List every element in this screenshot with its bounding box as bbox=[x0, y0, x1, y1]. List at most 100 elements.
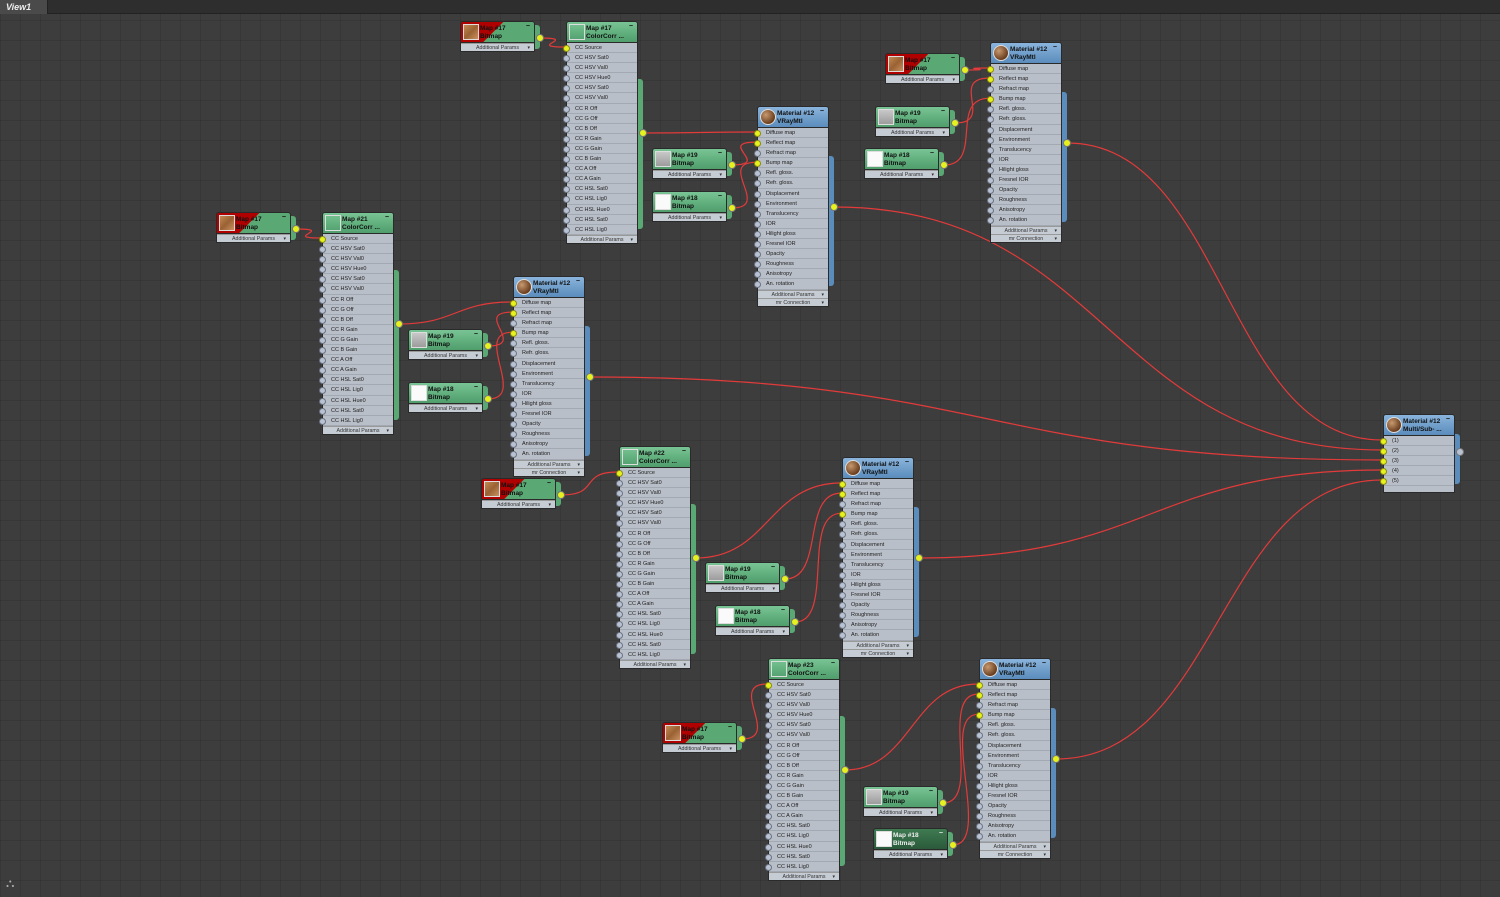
input-port[interactable] bbox=[976, 722, 983, 730]
input-slot[interactable]: CC G Off bbox=[616, 539, 690, 549]
colorcorrect-node[interactable]: Map #21 ColorCorr ... − CC Source CC HSV S… bbox=[319, 212, 403, 435]
input-slot[interactable]: Refract map bbox=[754, 148, 828, 159]
node-header[interactable]: Map #18 Bitmap − bbox=[715, 605, 790, 627]
rollout-footer[interactable]: Additional Params bbox=[716, 627, 789, 636]
input-slot[interactable]: CC HSL Sat0 bbox=[616, 609, 690, 620]
input-slot[interactable]: CC R Gain bbox=[319, 325, 393, 335]
input-slot[interactable]: CC HSL Sat0 bbox=[563, 184, 637, 195]
input-slot[interactable]: Diffuse map bbox=[839, 479, 913, 490]
input-slot[interactable]: CC B Off bbox=[563, 124, 637, 134]
input-port[interactable] bbox=[987, 166, 994, 174]
node-header[interactable]: Map #19 Bitmap − bbox=[875, 106, 950, 128]
rollout-footer[interactable]: Additional Params bbox=[461, 43, 534, 52]
input-slot[interactable]: Fresnel IOR bbox=[510, 409, 584, 420]
input-slot[interactable]: CC HSL Sat0 bbox=[563, 215, 637, 225]
minimize-icon[interactable]: − bbox=[1446, 416, 1450, 424]
input-slot[interactable]: CC HSV Val0 bbox=[319, 254, 393, 265]
input-slot[interactable]: CC A Off bbox=[563, 164, 637, 175]
input-slot[interactable]: Bump map bbox=[510, 328, 584, 339]
output-port[interactable] bbox=[1456, 448, 1464, 456]
input-slot[interactable]: CC A Gain bbox=[563, 174, 637, 185]
input-port[interactable] bbox=[319, 326, 326, 334]
vraymtl-node[interactable]: Material #12 VRayMtl − Diffuse map Reflect… bbox=[510, 276, 594, 477]
input-slot[interactable]: Anisotropy bbox=[839, 620, 913, 631]
vraymtl-node[interactable]: Material #12 VRayMtl − Diffuse map Reflect… bbox=[754, 106, 838, 307]
input-slot[interactable]: CC R Off bbox=[319, 295, 393, 305]
minimize-icon[interactable]: − bbox=[939, 830, 943, 838]
colorcorrect-node[interactable]: Map #22 ColorCorr ... − CC Source CC HSV S… bbox=[616, 446, 700, 669]
input-port[interactable] bbox=[765, 833, 772, 841]
input-port[interactable] bbox=[616, 480, 623, 488]
minimize-icon[interactable]: − bbox=[929, 788, 933, 796]
rollout-footer[interactable]: Additional Params bbox=[663, 744, 736, 753]
bitmap-node[interactable]: Map #18 Bitmap − Additional Params bbox=[715, 605, 799, 636]
input-port[interactable] bbox=[765, 692, 772, 700]
input-port[interactable] bbox=[563, 55, 570, 63]
input-slot[interactable]: Diffuse map bbox=[510, 298, 584, 309]
output-port[interactable] bbox=[841, 766, 849, 774]
output-port[interactable] bbox=[738, 735, 746, 743]
input-slot[interactable]: CC Source bbox=[616, 468, 690, 479]
rollout-footer[interactable]: Additional Params bbox=[874, 850, 947, 859]
rollout-footer[interactable]: Additional Params bbox=[323, 425, 393, 435]
input-slot[interactable]: CC Source bbox=[765, 680, 839, 691]
input-slot[interactable]: CC HSL Lig0 bbox=[319, 416, 393, 426]
input-slot[interactable]: CC G Off bbox=[765, 751, 839, 761]
input-port[interactable] bbox=[563, 156, 570, 164]
output-port[interactable] bbox=[1052, 755, 1060, 763]
input-port[interactable] bbox=[765, 772, 772, 780]
input-port[interactable] bbox=[616, 601, 623, 609]
node-header[interactable]: Map #18 Bitmap − bbox=[652, 191, 727, 213]
connection-wire[interactable] bbox=[1055, 479, 1383, 760]
input-port[interactable] bbox=[563, 135, 570, 143]
input-slot[interactable]: Environment bbox=[987, 135, 1061, 145]
input-port[interactable] bbox=[765, 762, 772, 770]
input-slot[interactable]: Roughness bbox=[976, 811, 1050, 822]
input-port[interactable] bbox=[319, 306, 326, 314]
node-header[interactable]: Map #17 Bitmap − bbox=[662, 722, 737, 744]
rollout-footer[interactable]: mr Connection bbox=[758, 297, 828, 307]
input-slot[interactable]: Fresnel IOR bbox=[839, 590, 913, 601]
node-header[interactable]: Material #12 VRayMtl − bbox=[757, 106, 829, 128]
connection-wire[interactable] bbox=[844, 683, 979, 771]
rollout-footer[interactable]: Additional Params bbox=[706, 584, 779, 593]
input-port[interactable] bbox=[563, 206, 570, 214]
input-slot[interactable]: (2) bbox=[1380, 446, 1454, 457]
colorcorrect-node[interactable]: Map #17 ColorCorr ... − CC Source CC HSV S… bbox=[563, 21, 647, 244]
input-slot[interactable]: CC HSV Hue0 bbox=[563, 73, 637, 84]
rollout-footer[interactable]: Additional Params bbox=[653, 213, 726, 222]
input-slot[interactable]: CC HSL Lig0 bbox=[616, 650, 690, 660]
input-slot[interactable]: CC G Gain bbox=[319, 335, 393, 346]
rollout-footer[interactable]: Additional Params bbox=[620, 659, 690, 669]
rollout-footer[interactable]: Additional Params bbox=[653, 170, 726, 179]
bitmap-node[interactable]: Map #18 Bitmap − Additional Params bbox=[864, 148, 948, 179]
input-port[interactable] bbox=[839, 602, 846, 610]
input-port[interactable] bbox=[563, 45, 570, 52]
input-port[interactable] bbox=[839, 612, 846, 620]
connection-wire[interactable] bbox=[487, 311, 513, 347]
input-slot[interactable]: Reflect map bbox=[754, 138, 828, 149]
input-port[interactable] bbox=[563, 166, 570, 174]
input-slot[interactable]: Refract map bbox=[839, 499, 913, 510]
input-port[interactable] bbox=[976, 782, 983, 790]
output-port[interactable] bbox=[939, 799, 947, 807]
input-port[interactable] bbox=[319, 377, 326, 385]
vraymtl-node[interactable]: Material #12 VRayMtl − Diffuse map Reflect… bbox=[839, 457, 923, 658]
input-port[interactable] bbox=[987, 207, 994, 215]
rollout-footer[interactable]: Additional Params bbox=[409, 404, 482, 413]
input-slot[interactable]: IOR bbox=[839, 570, 913, 580]
input-port[interactable] bbox=[616, 550, 623, 558]
input-slot[interactable]: IOR bbox=[987, 155, 1061, 165]
bitmap-node[interactable]: Map #17 Bitmap − Additional Params bbox=[460, 21, 544, 52]
input-slot[interactable]: CC HSL Hue0 bbox=[319, 396, 393, 406]
input-slot[interactable]: Anisotropy bbox=[976, 821, 1050, 832]
rollout-footer[interactable]: Additional Params bbox=[843, 640, 913, 650]
bitmap-node[interactable]: Map #17 Bitmap − Additional Params bbox=[216, 212, 300, 243]
input-slot[interactable]: CC HSV Val0 bbox=[765, 700, 839, 711]
input-port[interactable] bbox=[510, 330, 517, 338]
input-slot[interactable]: Displacement bbox=[987, 125, 1061, 135]
output-port[interactable] bbox=[639, 129, 647, 137]
input-slot[interactable]: Diffuse map bbox=[987, 64, 1061, 75]
input-port[interactable] bbox=[616, 651, 623, 659]
connection-wire[interactable] bbox=[731, 141, 757, 166]
